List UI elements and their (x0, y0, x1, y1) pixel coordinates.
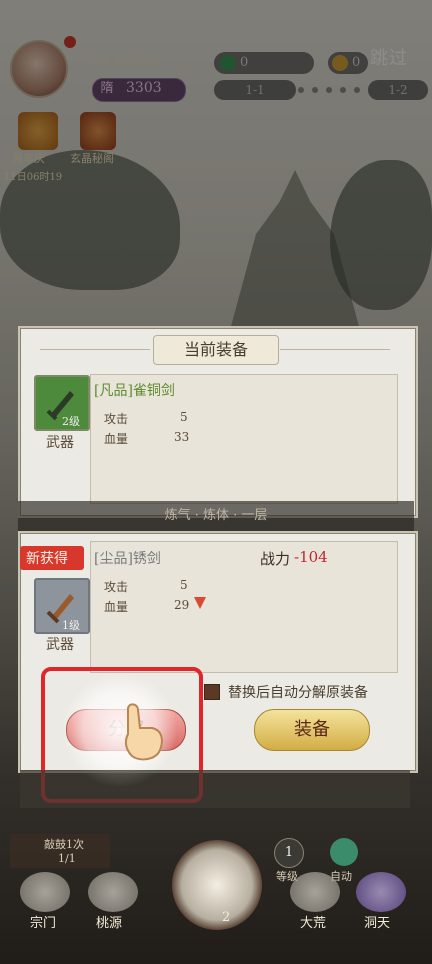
current-stat-hp-label: 血量 (104, 432, 129, 446)
new-stat-attack-value: 5 (180, 578, 188, 592)
current-item-name: [凡品]雀铜剑 (94, 383, 175, 399)
current-stat-attack-label: 攻击 (104, 412, 129, 426)
current-weapon-level: 2级 (62, 415, 80, 428)
cave-heaven-icon[interactable] (356, 872, 406, 912)
panel-title: 当前装备 (153, 335, 279, 365)
decrease-arrow-icon (194, 597, 206, 609)
quest-label: 敲鼓1次 (44, 838, 84, 851)
tab-wilderness[interactable]: 大荒 (300, 912, 326, 931)
pointing-hand-icon (118, 702, 166, 762)
auto-decompose-checkbox[interactable] (204, 684, 220, 700)
tab-peach-garden[interactable]: 桃源 (96, 912, 122, 931)
current-stat-hp-value: 33 (174, 430, 190, 444)
new-weapon-level: 1级 (62, 619, 80, 632)
wilderness-icon[interactable] (290, 872, 340, 912)
auto-swirl-icon[interactable] (330, 838, 358, 866)
new-stat-hp-label: 血量 (104, 600, 129, 614)
drum-button[interactable] (172, 840, 262, 930)
auto-decompose-label: 替换后自动分解原装备 (228, 685, 368, 701)
background-realm-hint: 炼气 · 炼体 · 一层 (18, 501, 414, 531)
new-weapon-type: 武器 (46, 637, 74, 653)
title-decoration-right (280, 349, 390, 350)
tab-sect[interactable]: 宗门 (30, 912, 56, 931)
combat-power-label: 战力 (260, 550, 291, 568)
current-weapon-type: 武器 (46, 435, 74, 451)
title-decoration-left (40, 349, 150, 350)
sect-icon[interactable] (20, 872, 70, 912)
tab-cave-heaven[interactable]: 洞天 (364, 912, 390, 931)
drum-count: 2 (222, 910, 231, 925)
new-badge-label: 新获得 (26, 551, 68, 567)
new-stat-attack-label: 攻击 (104, 580, 129, 594)
new-stat-hp-value: 29 (174, 598, 190, 612)
side-level-button[interactable]: 1 (274, 838, 304, 868)
side-level-number: 1 (284, 845, 294, 860)
combat-power-value: -104 (294, 548, 328, 566)
current-stat-attack-value: 5 (180, 410, 188, 424)
quest-progress: 1/1 (58, 852, 76, 865)
new-item-name: [尘品]锈剑 (94, 551, 161, 567)
equip-button[interactable]: 装备 (254, 709, 370, 751)
peach-garden-icon[interactable] (88, 872, 138, 912)
bottom-tab-row (20, 770, 410, 808)
equip-button-label: 装备 (294, 719, 330, 740)
